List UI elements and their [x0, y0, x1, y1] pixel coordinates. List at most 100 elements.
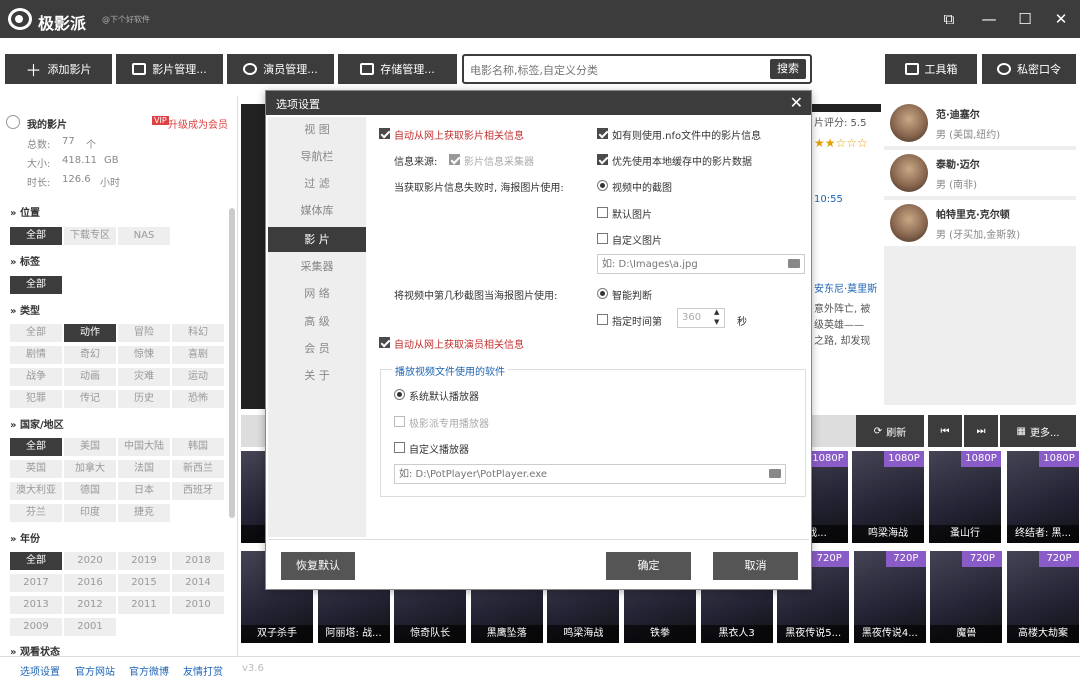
donate-link[interactable]: 友情打赏: [183, 663, 223, 678]
filter-chip-year[interactable]: 2015: [118, 574, 170, 592]
filter-chip-year[interactable]: 2020: [64, 552, 116, 570]
cancel-button[interactable]: 取消: [713, 552, 798, 580]
nav-member[interactable]: 会 员: [268, 336, 366, 361]
filter-chip-location[interactable]: 全部: [10, 227, 62, 245]
filter-chip-region[interactable]: 法国: [118, 460, 170, 478]
official-weibo-link[interactable]: 官方微博: [129, 663, 169, 678]
filter-chip-region[interactable]: 中国大陆: [118, 438, 170, 456]
movie-poster[interactable]: 720P 魔兽: [930, 551, 1003, 643]
banner-actor-link[interactable]: 安东尼·莫里斯: [814, 280, 877, 295]
nav-movie[interactable]: 影 片: [268, 227, 366, 252]
smart-radio[interactable]: [597, 288, 608, 299]
nav-view[interactable]: 视 图: [268, 117, 366, 142]
filter-chip-genre[interactable]: 喜剧: [172, 346, 224, 364]
actor-item[interactable]: 泰勒·迈尔男 (南非): [884, 150, 1076, 196]
filter-chip-year[interactable]: 2016: [64, 574, 116, 592]
filter-chip-year[interactable]: 2001: [64, 618, 116, 636]
movie-poster[interactable]: 1080P 终结者: 黑...: [1007, 451, 1079, 543]
movie-poster[interactable]: 720P 高楼大劫案: [1007, 551, 1079, 643]
filter-chip-genre[interactable]: 冒险: [118, 324, 170, 342]
filter-chip-region[interactable]: 全部: [10, 438, 62, 456]
search-button[interactable]: 搜索: [770, 59, 806, 79]
specify-time-checkbox[interactable]: [597, 314, 608, 325]
filter-chip-genre[interactable]: 灾难: [118, 368, 170, 386]
movie-poster[interactable]: 720P 黑夜传说4...: [853, 551, 926, 643]
filter-chip-location[interactable]: NAS: [118, 227, 170, 245]
filter-chip-genre[interactable]: 恐怖: [172, 390, 224, 408]
filter-chip-region[interactable]: 日本: [118, 482, 170, 500]
nav-collector[interactable]: 采集器: [268, 254, 366, 279]
source-collector-checkbox[interactable]: [449, 154, 460, 165]
actor-item[interactable]: 范·迪塞尔男 (美国,纽约): [884, 100, 1076, 146]
filter-chip-genre[interactable]: 惊悚: [118, 346, 170, 364]
filter-chip-year[interactable]: 2012: [64, 596, 116, 614]
stepper-down-icon[interactable]: ▼: [714, 318, 719, 326]
custom-player-checkbox[interactable]: [394, 442, 405, 453]
filter-chip-year[interactable]: 2009: [10, 618, 62, 636]
upgrade-link[interactable]: 升级成为会员: [168, 116, 228, 131]
add-movie-button[interactable]: ＋添加影片: [5, 54, 112, 84]
filter-chip-region[interactable]: 新西兰: [172, 460, 224, 478]
nav-library[interactable]: 媒体库: [268, 198, 366, 223]
password-button[interactable]: 私密口令: [982, 54, 1076, 84]
filter-chip-region[interactable]: 德国: [64, 482, 116, 500]
genre-title[interactable]: » 类型: [10, 302, 40, 317]
filter-chip-year[interactable]: 全部: [10, 552, 62, 570]
builtin-player-checkbox[interactable]: [394, 416, 405, 427]
options-link[interactable]: 选项设置: [20, 663, 60, 678]
nav-about[interactable]: 关 于: [268, 363, 366, 388]
location-title[interactable]: » 位置: [10, 204, 40, 219]
filter-chip-genre[interactable]: 运动: [172, 368, 224, 386]
ok-button[interactable]: 确定: [606, 552, 691, 580]
filter-chip-genre[interactable]: 全部: [10, 324, 62, 342]
filter-chip-location[interactable]: 下载专区: [64, 227, 116, 245]
minimize-icon[interactable]: —: [978, 8, 1000, 30]
nav-sidebar[interactable]: 导航栏: [268, 144, 366, 169]
default-image-checkbox[interactable]: [597, 207, 608, 218]
restore-window-icon[interactable]: ⧉: [938, 8, 960, 30]
official-site-link[interactable]: 官方网站: [75, 663, 115, 678]
filter-chip-year[interactable]: 2014: [172, 574, 224, 592]
filter-chip-year[interactable]: 2017: [10, 574, 62, 592]
filter-chip-year[interactable]: 2011: [118, 596, 170, 614]
actor-item[interactable]: 帕特里克·克尔顿男 (牙买加,金斯敦): [884, 200, 1076, 246]
custom-image-input[interactable]: [602, 257, 784, 271]
filter-chip-region[interactable]: 韩国: [172, 438, 224, 456]
filter-chip-region[interactable]: 西班牙: [172, 482, 224, 500]
filter-chip-region[interactable]: 印度: [64, 504, 116, 522]
movie-poster[interactable]: 1080P 蚤山行: [929, 451, 1001, 543]
filter-chip-tag[interactable]: 全部: [10, 276, 62, 294]
filter-chip-region[interactable]: 芬兰: [10, 504, 62, 522]
auto-fetch-actor-checkbox[interactable]: [379, 337, 390, 348]
stepper-up-icon[interactable]: ▲: [714, 308, 719, 316]
close-window-icon[interactable]: ✕: [1050, 8, 1072, 30]
nav-filter[interactable]: 过 滤: [268, 171, 366, 196]
custom-player-input[interactable]: [399, 467, 743, 481]
filter-chip-genre[interactable]: 科幻: [172, 324, 224, 342]
filter-chip-genre[interactable]: 剧情: [10, 346, 62, 364]
filter-chip-region[interactable]: 加拿大: [64, 460, 116, 478]
movie-manager-button[interactable]: 影片管理...: [116, 54, 223, 84]
filter-chip-year[interactable]: 2018: [172, 552, 224, 570]
filter-chip-region[interactable]: 美国: [64, 438, 116, 456]
tag-title[interactable]: » 标签: [10, 253, 40, 268]
filter-chip-genre[interactable]: 动作: [64, 324, 116, 342]
nav-network[interactable]: 网 络: [268, 281, 366, 306]
sidebar-scrollbar[interactable]: [229, 208, 235, 518]
prefer-cache-checkbox[interactable]: [597, 154, 608, 165]
filter-chip-genre[interactable]: 战争: [10, 368, 62, 386]
system-player-radio[interactable]: [394, 389, 405, 400]
seconds-stepper[interactable]: 360 ▲ ▼: [677, 308, 725, 328]
use-nfo-checkbox[interactable]: [597, 128, 608, 139]
more-button[interactable]: ▦ 更多...: [1000, 415, 1076, 447]
search-input[interactable]: [470, 62, 760, 78]
filter-chip-region[interactable]: 捷克: [118, 504, 170, 522]
nav-advanced[interactable]: 高 级: [268, 309, 366, 334]
close-icon[interactable]: ✕: [790, 93, 803, 112]
filter-chip-year[interactable]: 2013: [10, 596, 62, 614]
refresh-button[interactable]: ⟳ 刷新: [856, 415, 924, 447]
maximize-icon[interactable]: ☐: [1014, 8, 1036, 30]
movie-poster[interactable]: 1080P 鸣梁海战: [852, 451, 924, 543]
custom-image-checkbox[interactable]: [597, 233, 608, 244]
filter-chip-genre[interactable]: 动画: [64, 368, 116, 386]
